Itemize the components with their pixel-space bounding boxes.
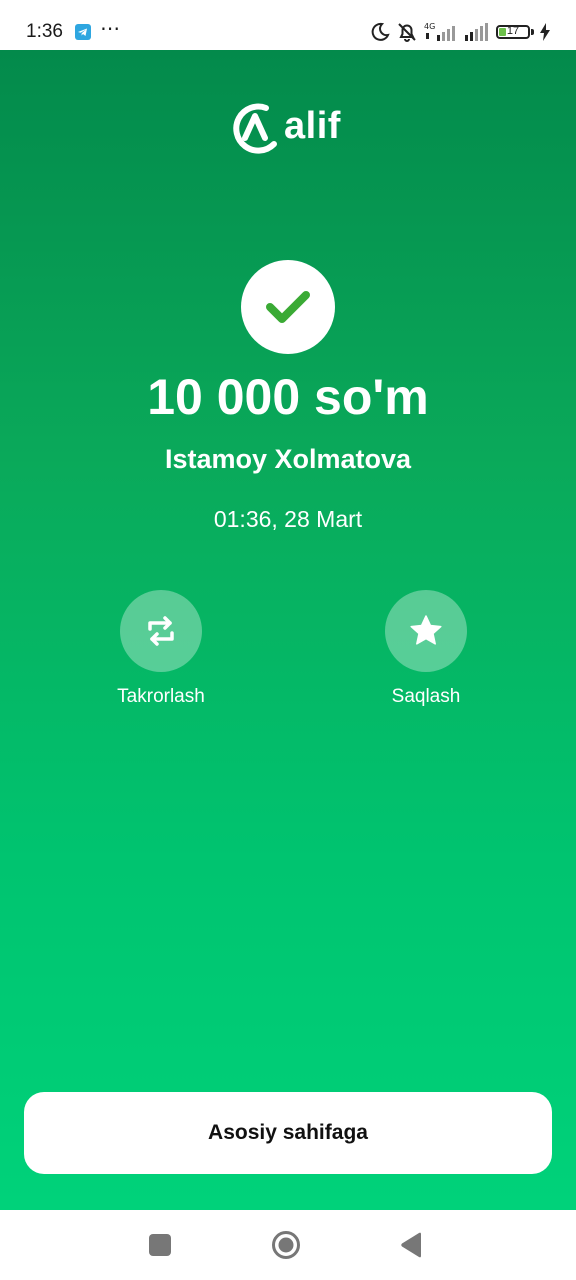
charging-icon <box>540 23 550 41</box>
check-icon <box>266 291 310 323</box>
alif-logo-icon <box>233 103 277 154</box>
more-dots-icon: ⋯ <box>100 18 121 40</box>
logo-text: alif <box>284 104 341 147</box>
battery-cap <box>531 29 534 35</box>
status-icons: 4G 17 <box>370 21 550 43</box>
signal-icon <box>465 23 488 41</box>
muted-bell-icon <box>398 23 416 42</box>
navigation-bar <box>0 1210 576 1280</box>
payment-datetime: 01:36, 28 Mart <box>213 506 363 532</box>
status-time: 1:36 <box>26 21 63 42</box>
moon-icon <box>371 22 390 41</box>
save-button-circle[interactable] <box>385 590 467 672</box>
home-icon[interactable] <box>271 1230 301 1260</box>
payment-success-screen: alif 10 000 so'm Istamoy Xolmatova 01:36… <box>0 50 576 1210</box>
home-page-button[interactable]: Asosiy sahifaga <box>24 1092 552 1174</box>
star-icon <box>410 615 442 645</box>
signal-4g-icon: 4G <box>424 22 455 41</box>
recent-apps-icon[interactable] <box>149 1234 171 1256</box>
repeat-button-circle[interactable] <box>120 590 202 672</box>
repeat-label: Takrorlash <box>117 686 205 707</box>
status-bar: 1:36 ⋯ 4G 17 <box>0 0 576 50</box>
repeat-icon <box>148 616 174 646</box>
telegram-icon <box>75 24 91 40</box>
save-label: Saqlash <box>391 686 461 707</box>
back-icon[interactable] <box>400 1232 422 1258</box>
repeat-button[interactable]: Takrorlash <box>91 590 231 708</box>
battery-level: 17 <box>506 25 520 37</box>
battery-icon: 17 <box>496 25 530 39</box>
save-button[interactable]: Saqlash <box>356 590 496 708</box>
recipient-name: Istamoy Xolmatova <box>164 444 412 474</box>
svg-text:4G: 4G <box>424 22 435 31</box>
payment-amount: 10 000 so'm <box>147 369 429 425</box>
success-badge <box>241 260 335 354</box>
alif-logo: alif <box>228 96 341 156</box>
